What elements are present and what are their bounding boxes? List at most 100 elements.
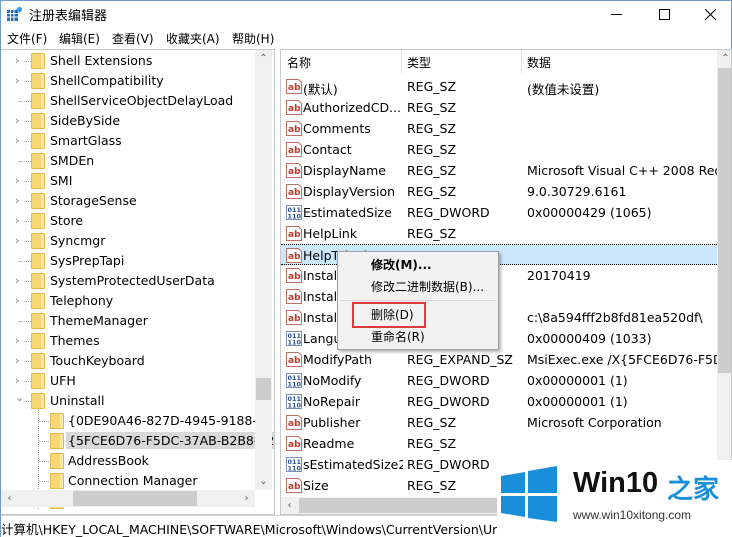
value-name: ModifyPath [303,352,372,367]
maximize-button[interactable] [641,1,687,27]
value-row[interactable]: ab DisplayName REG_SZ Microsoft Visual C++ … [281,160,717,181]
watermark: Win10 之家 www.win10xitong.com [497,460,732,537]
svg-text:ab: ab [288,230,301,240]
expand-icon[interactable]: › [15,75,25,87]
column-header-type[interactable]: 类型 [407,54,431,71]
menu-item-modify-binary[interactable]: 修改二进制数据(B)... [338,275,498,297]
folder-icon [31,253,45,269]
tree-item[interactable]: › Telephony [1,291,255,311]
tree-hscroll-thumb[interactable] [73,491,197,506]
tree-item-label: SystemProtectedUserData [50,273,215,288]
value-row[interactable]: 011 110 EstimatedSize REG_DWORD 0x00000429 (… [281,202,717,223]
value-row[interactable]: ab (默认) REG_SZ (数值未设置) [281,76,717,97]
string-value-icon: ab [286,226,302,241]
binary-value-icon: 011110 [286,457,302,472]
string-value-icon: ab [286,415,302,430]
tree-item[interactable]: ⌄ Uninstall [1,391,255,411]
tree-item[interactable]: › Store [1,211,255,231]
tree-connector [19,321,31,322]
menu-file[interactable]: 文件(F) [7,30,47,47]
tree-item[interactable]: › SideBySide [1,111,255,131]
column-header-name[interactable]: 名称 [287,54,311,71]
tree-item[interactable]: › ShellCompatibility [1,71,255,91]
tree-item-label: SideBySide [50,113,121,128]
expand-icon[interactable]: › [15,375,25,387]
tree-horizontal-scrollbar[interactable]: ‹ › [1,490,255,507]
tree-item-label: AddressBook [68,453,149,468]
value-data: Microsoft Visual C++ 2008 Redis [527,163,717,178]
value-row[interactable]: ab Contact REG_SZ [281,139,717,160]
close-button[interactable] [687,1,732,27]
list-vertical-scrollbar[interactable]: ⌃ [717,50,731,497]
column-divider[interactable] [401,50,402,75]
folder-icon [31,273,45,289]
expand-icon[interactable]: › [15,195,25,207]
scroll-left-icon[interactable]: ‹ [281,497,298,514]
value-row[interactable]: ab HelpLink REG_SZ [281,223,717,244]
expand-icon[interactable]: › [15,355,25,367]
value-row[interactable]: ab Readme REG_SZ [281,433,717,454]
column-header-data[interactable]: 数据 [527,54,551,71]
expand-icon[interactable]: › [15,115,25,127]
watermark-title-cn: 之家 [667,475,720,505]
value-name: sEstimatedSize2 [303,457,403,472]
tree-item[interactable]: ThemeManager [1,311,255,331]
collapse-icon[interactable]: ⌄ [15,392,25,404]
value-row[interactable]: 011 110 NoRepair REG_DWORD 0x00000001 (1) [281,391,717,412]
tree-item[interactable]: › SmartGlass [1,131,255,151]
list-vscroll-thumb[interactable] [718,68,731,373]
tree-item[interactable]: › SMI [1,171,255,191]
tree-item[interactable]: › Syncmgr [1,231,255,251]
value-name: (默认) [303,82,338,97]
tree-item[interactable]: Connection Manager [1,471,255,491]
value-row[interactable]: ab AuthorizedCD... REG_SZ [281,97,717,118]
folder-icon [31,213,45,229]
menu-item-rename[interactable]: 重命名(R) [338,325,498,347]
tree-vertical-scrollbar[interactable]: ⌃ ⌄ [255,50,272,490]
tree-item[interactable]: › Shell Extensions [1,51,255,71]
context-menu: 修改(M)... 修改二进制数据(B)... 删除(D) 重命名(R) [337,251,499,350]
tree-vscroll-thumb[interactable] [256,378,271,400]
value-type: REG_SZ [407,436,457,451]
scroll-right-icon[interactable]: › [238,490,255,507]
tree-item[interactable]: AddressBook [1,451,255,471]
expand-icon[interactable]: › [15,235,25,247]
scroll-up-icon[interactable]: ⌃ [255,50,272,67]
value-row[interactable]: 011 110 NoModify REG_DWORD 0x00000001 (1) [281,370,717,391]
value-row[interactable]: ab DisplayVersion REG_SZ 9.0.30729.6161 [281,181,717,202]
tree-item[interactable]: › TouchKeyboard [1,351,255,371]
tree-item[interactable]: › Themes [1,331,255,351]
scroll-up-icon[interactable]: ⌃ [717,50,731,67]
tree-item[interactable]: ShellServiceObjectDelayLoad [1,91,255,111]
menu-view[interactable]: 查看(V) [112,30,154,47]
minimize-button[interactable] [593,1,639,27]
list-hscroll-thumb[interactable] [299,498,499,513]
tree-item[interactable]: SMDEn [1,151,255,171]
expand-icon[interactable]: › [15,135,25,147]
expand-icon[interactable]: › [15,275,25,287]
tree-connector [19,101,31,102]
column-divider[interactable] [521,50,522,75]
tree-item[interactable]: › StorageSense [1,191,255,211]
title-bar[interactable]: 注册表编辑器 [1,1,731,27]
tree-item[interactable]: SysPrepTapi [1,251,255,271]
menu-help[interactable]: 帮助(H) [232,30,274,47]
scroll-down-icon[interactable]: ⌄ [255,473,272,490]
expand-icon[interactable]: › [15,55,25,67]
menu-favorites[interactable]: 收藏夹(A) [166,30,220,47]
menu-item-modify[interactable]: 修改(M)... [338,253,498,275]
expand-icon[interactable]: › [15,295,25,307]
menu-edit[interactable]: 编辑(E) [59,30,100,47]
expand-icon[interactable]: › [15,175,25,187]
value-row[interactable]: ab Comments REG_SZ [281,118,717,139]
expand-icon[interactable]: › [15,215,25,227]
tree-item[interactable]: {5FCE6D76-F5DC-37AB-B2B8-22 [1,431,274,451]
tree-item[interactable]: {0DE90A46-827D-4945-9188-877 [1,411,274,431]
tree-item[interactable]: › SystemProtectedUserData [1,271,255,291]
menu-item-label: 修改(M)... [371,258,432,272]
expand-icon[interactable]: › [15,335,25,347]
scroll-left-icon[interactable]: ‹ [1,490,18,507]
tree-item[interactable]: › UFH [1,371,255,391]
value-row[interactable]: ab Publisher REG_SZ Microsoft Corporation [281,412,717,433]
value-row[interactable]: ab ModifyPath REG_EXPAND_SZ MsiExec.exe /X{… [281,349,717,370]
